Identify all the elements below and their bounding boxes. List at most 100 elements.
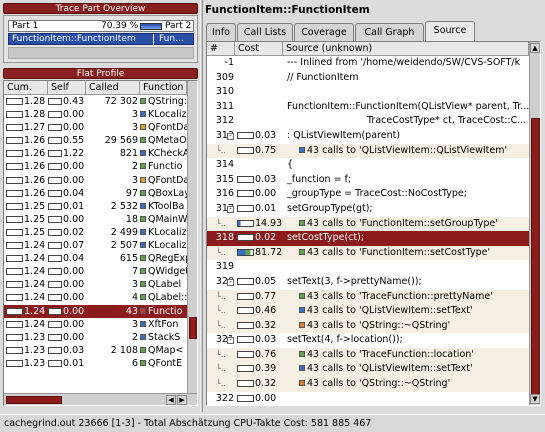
flat-profile-row[interactable]: 1.24 0.00 4 QLabel:: — [4, 291, 187, 304]
cost-value: 0.05 — [255, 275, 277, 287]
header-function[interactable]: Function — [140, 81, 187, 95]
tab-info[interactable]: Info — [206, 23, 236, 41]
source-line-row[interactable]: 314 { — [207, 158, 529, 173]
line-number: 311 — [215, 100, 234, 112]
header-self[interactable]: Self — [48, 81, 86, 95]
tab-call-lists[interactable]: Call Lists — [237, 23, 293, 41]
called-value: 7 — [131, 266, 138, 278]
source-text-cell: TraceCostType* ct, TraceCost::C... — [367, 114, 529, 129]
flat-profile-row[interactable]: 1.23 0.03 2 108 QMap< — [4, 344, 187, 357]
source-text-cell: FunctionItem::FunctionItem(QListView* pa… — [287, 100, 529, 115]
cum-bar — [6, 294, 23, 302]
source-line-row[interactable]: 310 — [207, 85, 529, 100]
source-line-row[interactable]: -1 --- Inlined from '/home/weidendo/SW/CV… — [207, 56, 529, 71]
tab-coverage[interactable]: Coverage — [294, 23, 354, 41]
flat-profile-row[interactable]: 1.24 0.07 2 507 KLocalize — [4, 239, 187, 252]
flat-profile-row[interactable]: 1.26 0.00 3 QFontDa — [4, 174, 187, 187]
flat-profile-row[interactable]: 1.28 0.43 72 302 QString:: — [4, 95, 187, 108]
flat-profile-row[interactable]: 1.25 0.02 2 499 KLocalize — [4, 226, 187, 239]
cum-bar — [6, 189, 23, 197]
cost-value: 0.00 — [255, 392, 277, 404]
scroll-up-icon[interactable]: ▲ — [530, 43, 540, 53]
source-line-row[interactable]: 309 // FunctionItem — [207, 71, 529, 86]
source-line-row[interactable]: 313-0.03: QListViewItem(parent) — [207, 129, 529, 144]
scroll-right-icon[interactable]: ▶ — [177, 395, 187, 405]
self-cell: 0.00 — [48, 174, 86, 187]
tab-call-graph[interactable]: Call Graph — [355, 23, 424, 41]
source-call-row[interactable]: └.. 81.72 43 calls to 'FunctionItem::setCo… — [207, 245, 529, 261]
flat-profile-hscrollbar[interactable]: ◀ ▶ — [4, 393, 197, 405]
flat-profile-row[interactable]: 1.24 0.00 7 QWidget — [4, 265, 187, 278]
function-name: QWidget — [148, 266, 187, 278]
flat-profile-row[interactable]: 1.23 0.01 6 QFontE — [4, 357, 187, 370]
flat-profile-row[interactable]: 1.27 0.00 3 QFontDa — [4, 121, 187, 134]
self-bar — [48, 320, 62, 328]
flat-profile-row[interactable]: 1.24 0.04 615 QRegExp — [4, 252, 187, 265]
self-cell: 0.07 — [48, 239, 86, 252]
header-source[interactable]: Source (unknown) — [283, 42, 529, 56]
flat-profile-hscroll-thumb[interactable] — [6, 396, 62, 404]
scroll-down-icon[interactable]: ▼ — [530, 394, 540, 404]
vertical-splitter[interactable] — [200, 0, 203, 412]
called-value: 2 499 — [110, 226, 138, 238]
source-line-row[interactable]: 321-0.03 setText(4, f->location()); — [207, 333, 529, 348]
scroll-left-icon[interactable]: ◀ — [166, 395, 176, 405]
source-line-row[interactable]: 320-0.05 setText(3, f->prettyName()); — [207, 275, 529, 290]
source-vscroll-thumb[interactable] — [531, 118, 540, 396]
flat-profile-row[interactable]: 1.26 0.04 97 QBoxLay — [4, 187, 187, 200]
flat-profile-row[interactable]: 1.25 0.00 18 QMainW — [4, 213, 187, 226]
header-cum[interactable]: Cum. — [4, 81, 48, 95]
source-call-row[interactable]: └.. 0.77 43 calls to 'TraceFunction::prett… — [207, 289, 529, 305]
flat-profile-row[interactable]: 1.24 0.00 3 XftFon — [4, 318, 187, 331]
source-line-row[interactable]: 317-0.01 setGroupType(gt); — [207, 202, 529, 217]
source-call-row[interactable]: └.. 0.76 43 calls to 'TraceFunction::locat… — [207, 347, 529, 363]
source-call-row[interactable]: └.. 0.32 43 calls to 'QString::~QString' — [207, 377, 529, 392]
flat-profile-row[interactable]: 1.23 0.00 2 StackS — [4, 331, 187, 344]
trace-overview-dock-title[interactable]: Trace Part Overview — [3, 3, 198, 14]
flat-profile-row[interactable]: 1.28 0.00 3 KLocalize — [4, 108, 187, 121]
collapse-icon[interactable]: - — [227, 132, 234, 140]
flat-profile-row[interactable]: 1.26 0.55 29 569 QMetaO — [4, 134, 187, 147]
source-line-row[interactable]: 322 0.00 — [207, 392, 529, 405]
source-call-row[interactable]: └.. 0.75 43 calls to 'QListViewItem::QList… — [207, 143, 529, 159]
collapse-icon[interactable]: - — [227, 337, 234, 345]
source-text: setText(4, f->location()); — [287, 334, 403, 346]
source-call-row[interactable]: └.. 14.93 43 calls to 'FunctionItem::setGr… — [207, 216, 529, 232]
flat-profile-vscrollbar[interactable] — [187, 81, 197, 393]
source-view[interactable]: # Cost Source (unknown) -1 --- Inlined fr… — [206, 41, 541, 406]
self-value: 0.00 — [63, 122, 85, 134]
header-line-number[interactable]: # — [207, 42, 235, 56]
function-part-bar[interactable]: FunctionItem::FunctionItem Fun... — [8, 33, 194, 45]
source-call-row[interactable]: └.. 0.46 43 calls to 'QListViewItem::setTe… — [207, 304, 529, 319]
self-bar — [48, 255, 62, 263]
header-cost[interactable]: Cost — [235, 42, 283, 56]
collapse-icon[interactable]: - — [227, 278, 234, 286]
function-cell: QFontE — [140, 357, 187, 370]
source-line-row[interactable]: 318 0.02 setCostType(ct); — [207, 231, 529, 246]
source-line-row[interactable]: 316 0.00 _groupType = TraceCost::NoCostTyp… — [207, 187, 529, 202]
function-cell: QRegExp — [140, 252, 187, 265]
header-called[interactable]: Called — [86, 81, 140, 95]
source-line-row[interactable]: 315 0.03 _function = f; — [207, 173, 529, 188]
flat-profile-dock-title[interactable]: Flat Profile — [3, 68, 198, 79]
flat-profile-row[interactable]: 1.26 0.00 2 Functio — [4, 160, 187, 173]
flat-profile-row[interactable]: 1.24 0.00 3 QLabel — [4, 278, 187, 291]
source-text: // FunctionItem — [287, 71, 359, 83]
tab-source[interactable]: Source — [425, 21, 475, 41]
self-cell: 0.55 — [48, 134, 86, 147]
source-line-row[interactable]: 311 FunctionItem::FunctionItem(QListView*… — [207, 100, 529, 115]
flat-profile-list[interactable]: Cum. Self Called Function 1.28 0.43 72 302… — [3, 80, 198, 406]
source-line-row[interactable]: 319 — [207, 260, 529, 275]
flat-profile-row[interactable]: 1.25 0.01 2 532 KToolBa — [4, 200, 187, 213]
source-text: 43 calls to 'QListViewItem::setText' — [307, 363, 473, 375]
flat-profile-vscroll-thumb[interactable] — [189, 317, 197, 339]
collapse-icon[interactable]: - — [227, 205, 234, 213]
part-bar[interactable]: Part 1 70.39 % Part 2 — [8, 20, 194, 32]
source-line-row[interactable]: 312 TraceCostType* ct, TraceCost::C... — [207, 114, 529, 129]
flat-profile-row[interactable]: 1.26 1.22 821 KCheckA — [4, 147, 187, 160]
cum-bar — [6, 111, 23, 119]
source-vscrollbar[interactable]: ▲ ▼ — [529, 42, 540, 405]
source-call-row[interactable]: └.. 0.39 43 calls to 'QListViewItem::setTe… — [207, 362, 529, 378]
flat-profile-row[interactable]: 1.24 0.00 43 Functio — [4, 304, 187, 318]
source-call-row[interactable]: └.. 0.32 43 calls to 'QString::~QString' — [207, 318, 529, 334]
